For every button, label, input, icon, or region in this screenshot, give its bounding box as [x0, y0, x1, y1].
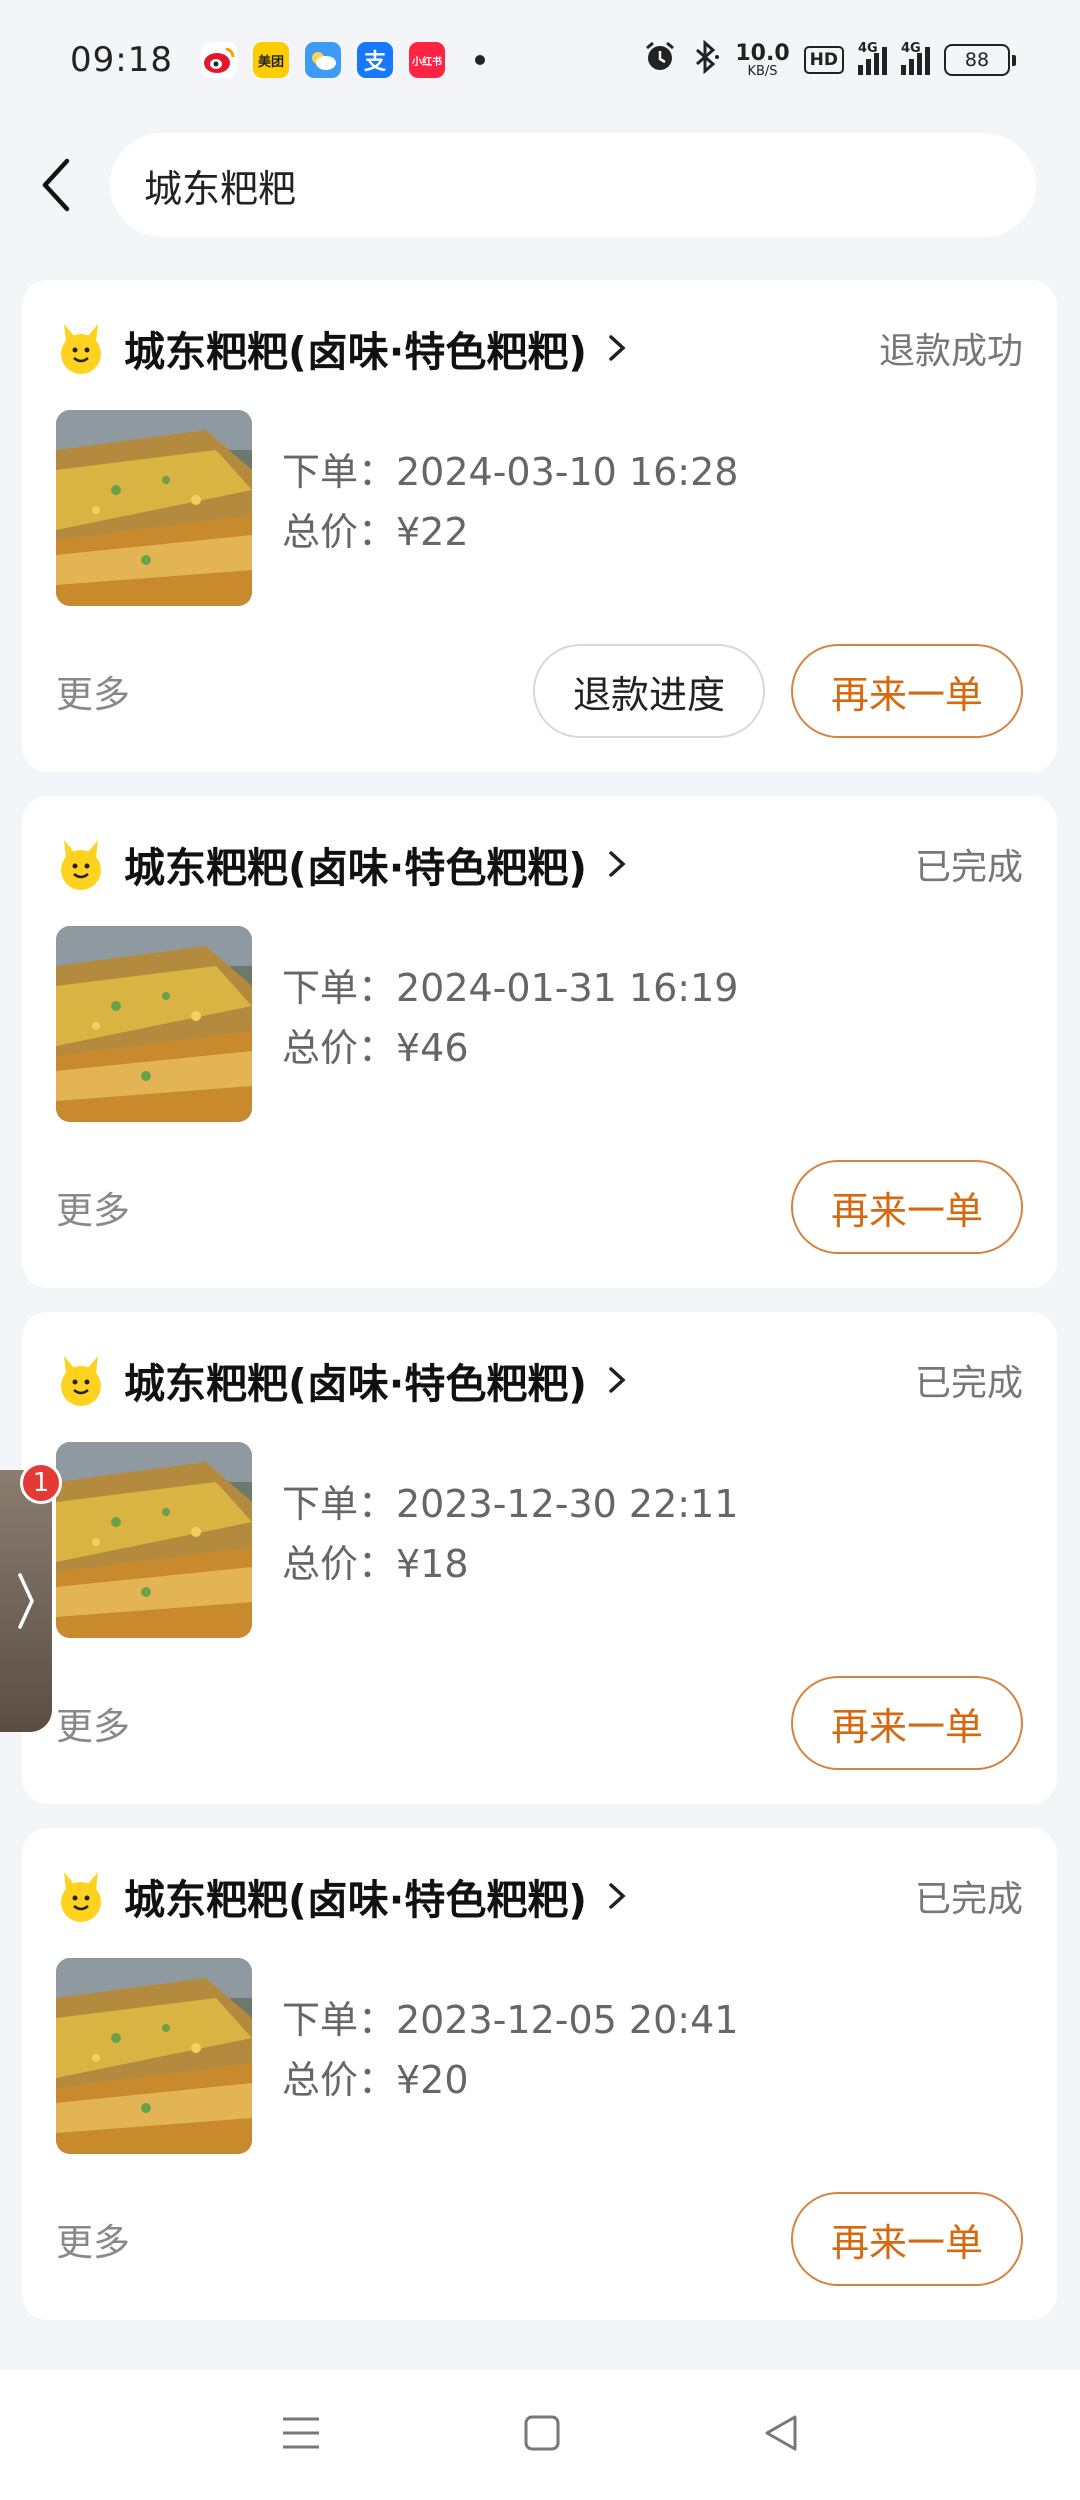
battery-icon: 88	[944, 44, 1016, 76]
back-nav-button[interactable]	[761, 2413, 801, 2457]
more-link[interactable]: 更多	[56, 1180, 130, 1234]
bluetooth-icon	[691, 39, 721, 80]
weibo-icon	[200, 42, 237, 78]
notification-dot	[474, 55, 485, 65]
hd-icon: HD	[803, 46, 844, 74]
alarm-icon	[643, 40, 677, 80]
xiaohongshu-icon: 小红书	[408, 42, 445, 78]
search-input[interactable]: 城东粑粑	[110, 133, 1036, 237]
order-time: 下单：2024-03-10 16:28	[282, 450, 739, 494]
shop-logo-icon	[61, 840, 101, 890]
floating-side-tab[interactable]	[0, 1470, 52, 1732]
order-total: 总价：¥18	[282, 1542, 469, 1586]
search-input-value: 城东粑粑	[144, 166, 297, 211]
shop-logo-icon	[61, 1356, 101, 1406]
order-total: 总价：¥20	[282, 2058, 469, 2102]
meituan-icon: 美团	[252, 42, 289, 78]
chevron-right-icon	[609, 851, 626, 877]
shop-header[interactable]: 城东粑粑(卤味·特色粑粑) 退款成功	[56, 318, 1023, 378]
back-triangle-icon	[765, 2415, 797, 2451]
signal-icon-1: 4G	[858, 41, 887, 75]
shop-logo-icon	[61, 1872, 101, 1922]
order-card[interactable]: 城东粑粑(卤味·特色粑粑) 已完成 下单：2023-12-30 22:11 总价…	[22, 1312, 1057, 1804]
more-link[interactable]: 更多	[56, 664, 130, 718]
chevron-right-icon	[609, 335, 626, 361]
order-card[interactable]: 城东粑粑(卤味·特色粑粑) 已完成 下单：2023-12-05 20:41 总价…	[22, 1828, 1057, 2320]
alipay-icon: 支	[356, 42, 393, 78]
card-footer: 更多 退款进度 再来一单	[56, 644, 1023, 738]
order-status: 退款成功	[878, 331, 1023, 372]
home-square-icon	[524, 2415, 560, 2451]
more-link[interactable]: 更多	[56, 2212, 130, 2266]
shop-header[interactable]: 城东粑粑(卤味·特色粑粑) 已完成	[56, 1350, 1023, 1410]
chevron-right-icon	[18, 1573, 34, 1629]
order-time: 下单：2023-12-30 22:11	[282, 1482, 739, 1526]
order-info: 下单：2023-12-05 20:41 总价：¥20	[282, 1990, 738, 2110]
card-footer: 更多 再来一单	[56, 1676, 1023, 1770]
order-info: 下单：2023-12-30 22:11 总价：¥18	[282, 1474, 738, 1594]
order-time: 下单：2024-01-31 16:19	[282, 966, 739, 1010]
weather-icon	[304, 42, 341, 78]
shop-name: 城东粑粑(卤味·特色粑粑)	[124, 328, 588, 376]
more-link[interactable]: 更多	[56, 1696, 130, 1750]
search-header: 城东粑粑	[0, 130, 1080, 240]
back-button[interactable]	[0, 130, 110, 240]
order-card[interactable]: 城东粑粑(卤味·特色粑粑) 已完成 下单：2024-01-31 16:19 总价…	[22, 796, 1057, 1288]
order-card[interactable]: 城东粑粑(卤味·特色粑粑) 退款成功 下单：2024-03-10 16:28 总…	[22, 280, 1057, 772]
order-status: 已完成	[914, 1879, 1023, 1920]
order-total: 总价：¥22	[282, 510, 469, 554]
shop-header[interactable]: 城东粑粑(卤味·特色粑粑) 已完成	[56, 834, 1023, 894]
shop-name: 城东粑粑(卤味·特色粑粑)	[124, 1360, 588, 1408]
shop-name: 城东粑粑(卤味·特色粑粑)	[124, 844, 588, 892]
chevron-right-icon	[609, 1367, 626, 1393]
card-footer: 更多 再来一单	[56, 2192, 1023, 2286]
home-button[interactable]	[522, 2413, 562, 2457]
chevron-right-icon	[609, 1883, 626, 1909]
card-footer: 更多 再来一单	[56, 1160, 1023, 1254]
food-thumbnail[interactable]	[56, 1958, 252, 2154]
system-navigation-bar	[0, 2370, 1080, 2500]
reorder-button[interactable]: 再来一单	[790, 1160, 1023, 1254]
network-speed: 10.0 KB/S	[735, 40, 790, 79]
food-thumbnail[interactable]	[56, 1442, 252, 1638]
order-status: 已完成	[914, 1363, 1023, 1404]
order-info: 下单：2024-03-10 16:28 总价：¥22	[282, 442, 738, 562]
notification-badge: 1	[20, 1462, 62, 1504]
back-arrow-icon	[42, 158, 70, 212]
shop-header[interactable]: 城东粑粑(卤味·特色粑粑) 已完成	[56, 1866, 1023, 1926]
signal-icon-2: 4G	[901, 41, 930, 75]
order-time: 下单：2023-12-05 20:41	[282, 1998, 739, 2042]
shop-name: 城东粑粑(卤味·特色粑粑)	[124, 1876, 588, 1924]
status-bar: 09:18 美团 支 小红书 10.0 KB/S HD 4G 4G 88	[0, 0, 1080, 120]
menu-icon	[283, 2417, 320, 2449]
order-status: 已完成	[914, 847, 1023, 888]
food-thumbnail[interactable]	[56, 926, 252, 1122]
reorder-button[interactable]: 再来一单	[790, 2192, 1023, 2286]
menu-button[interactable]	[279, 2413, 323, 2457]
shop-logo-icon	[61, 324, 101, 374]
reorder-button[interactable]: 再来一单	[790, 1676, 1023, 1770]
refund-progress-button[interactable]: 退款进度	[532, 644, 765, 738]
order-info: 下单：2024-01-31 16:19 总价：¥46	[282, 958, 738, 1078]
status-time: 09:18	[70, 40, 173, 80]
food-thumbnail[interactable]	[56, 410, 252, 606]
order-total: 总价：¥46	[282, 1026, 469, 1070]
reorder-button[interactable]: 再来一单	[790, 644, 1023, 738]
